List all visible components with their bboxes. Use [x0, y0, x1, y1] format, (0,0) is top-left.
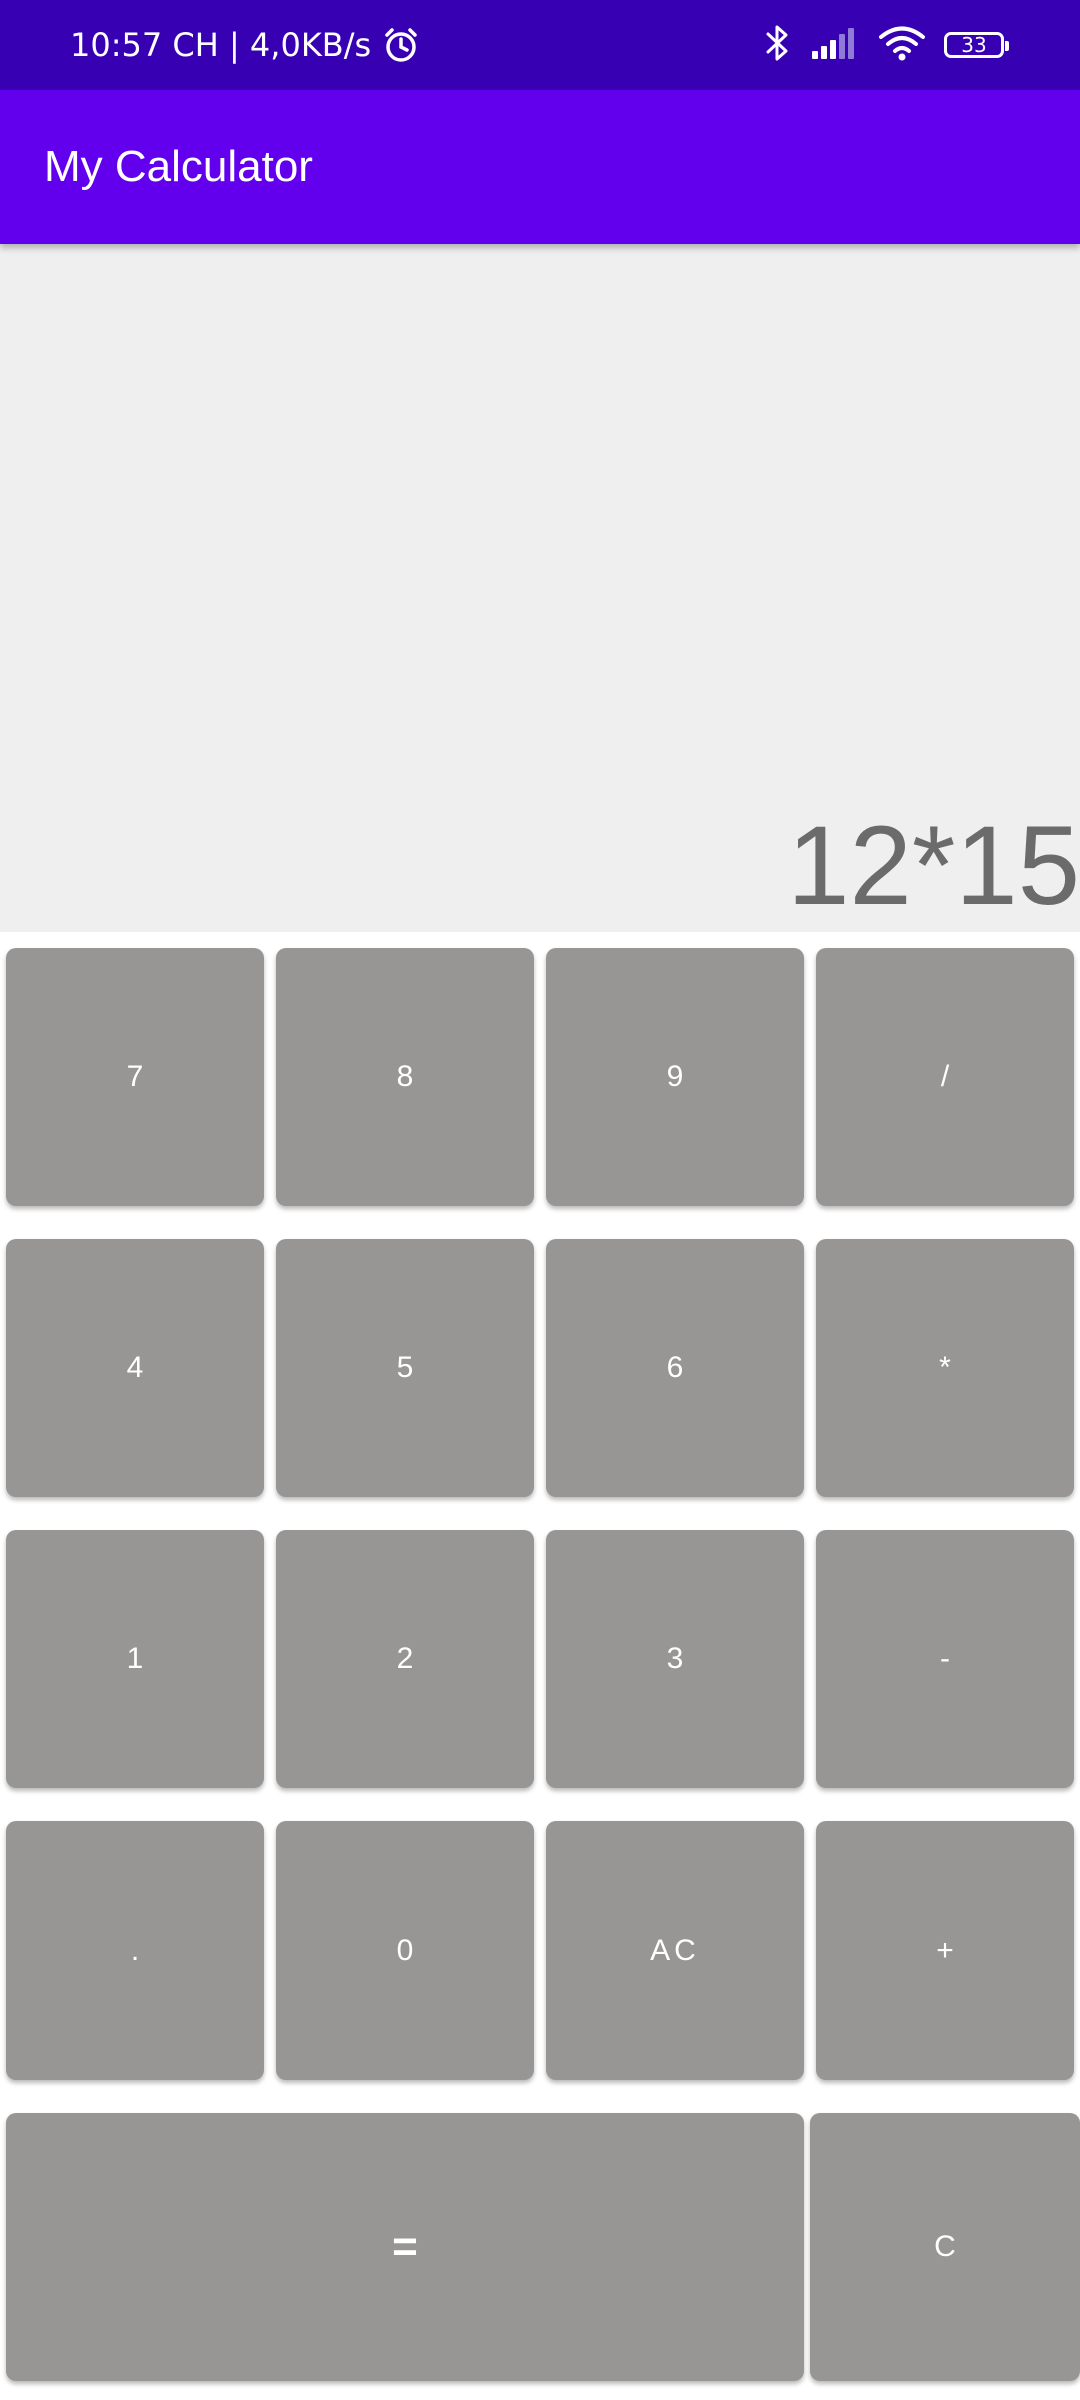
key-2[interactable]: 2 [276, 1530, 534, 1788]
clear-button[interactable]: C [810, 2113, 1080, 2381]
key-8[interactable]: 8 [276, 948, 534, 1206]
status-time: 10:57 CH | 4,0KB/s [70, 26, 372, 64]
key-5[interactable]: 5 [276, 1239, 534, 1497]
calculator-display: 12*15 [0, 244, 1080, 932]
status-bar: 10:57 CH | 4,0KB/s 33 [0, 0, 1080, 90]
equals-button[interactable]: = [6, 2113, 804, 2381]
key-1[interactable]: 1 [6, 1530, 264, 1788]
key-4[interactable]: 4 [6, 1239, 264, 1497]
cellular-signal-icon [810, 25, 860, 65]
key-3[interactable]: 3 [546, 1530, 804, 1788]
key-decimal[interactable]: . [6, 1821, 264, 2080]
key-0[interactable]: 0 [276, 1821, 534, 2080]
battery-level: 33 [961, 33, 987, 57]
status-right: 33 [762, 0, 1009, 90]
key-multiply[interactable]: * [816, 1239, 1074, 1497]
key-6[interactable]: 6 [546, 1239, 804, 1497]
app-bar: My Calculator [0, 90, 1080, 244]
battery-indicator: 33 [944, 32, 1009, 58]
alarm-icon [381, 25, 421, 65]
key-9[interactable]: 9 [546, 948, 804, 1206]
expression-text: 12*15 [787, 803, 1080, 928]
key-plus[interactable]: + [816, 1821, 1074, 2080]
key-minus[interactable]: - [816, 1530, 1074, 1788]
all-clear-button[interactable]: AC [546, 1821, 804, 2080]
keypad: 7 8 9 / 4 5 6 * 1 2 3 - . 0 AC + = C [0, 932, 1080, 2400]
bluetooth-icon [762, 23, 792, 67]
key-divide[interactable]: / [816, 948, 1074, 1206]
key-7[interactable]: 7 [6, 948, 264, 1206]
app-title: My Calculator [44, 142, 313, 191]
status-left: 10:57 CH | 4,0KB/s [70, 0, 421, 90]
wifi-icon [878, 24, 926, 66]
